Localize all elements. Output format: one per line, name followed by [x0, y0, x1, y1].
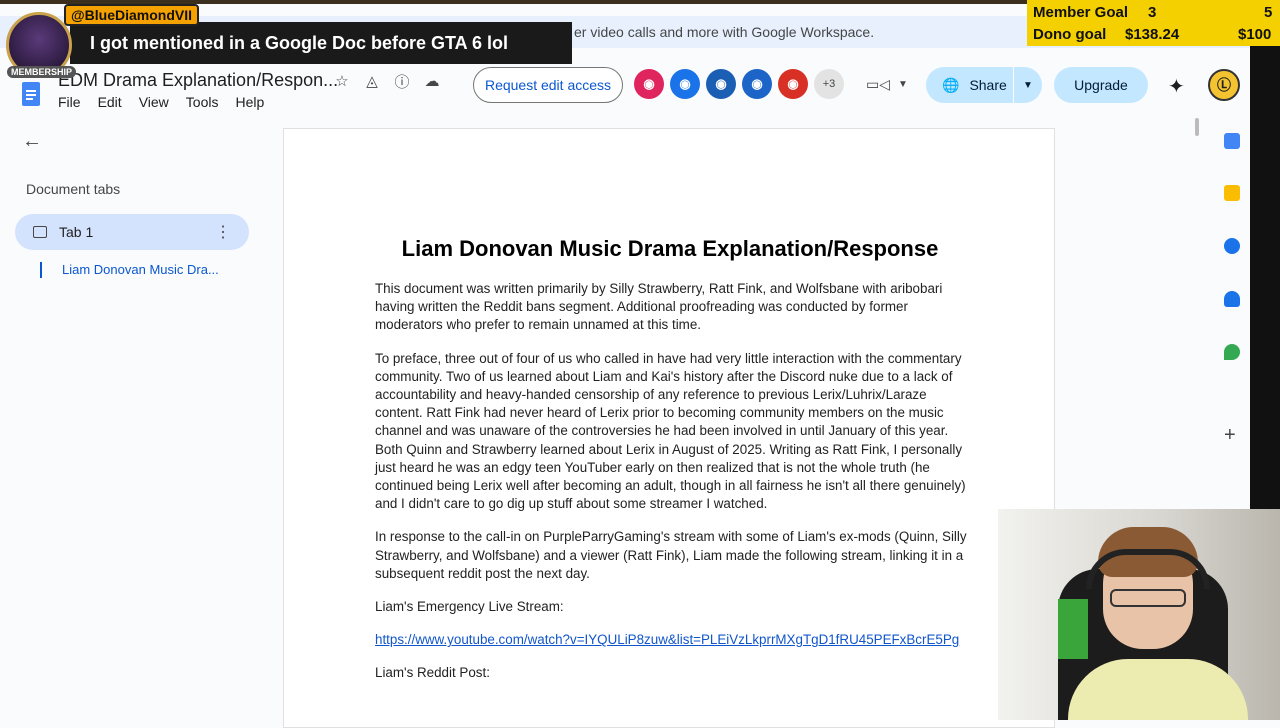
paragraph: To preface, three out of four of us who …: [375, 350, 966, 512]
outline-marker: [40, 262, 42, 278]
collaborator-avatar[interactable]: ◉: [634, 69, 664, 99]
glasses: [1110, 589, 1186, 607]
share-options-chevron-icon[interactable]: ▼: [1014, 80, 1042, 91]
tab-label: Tab 1: [59, 224, 94, 240]
document-heading: Liam Donovan Music Drama Explanation/Res…: [401, 236, 939, 261]
video-camera-icon: ▭◁: [866, 76, 890, 92]
member-goal-label: Member Goal: [1033, 4, 1129, 21]
docs-logo-icon[interactable]: [18, 82, 44, 106]
more-vert-icon[interactable]: ⋮: [215, 222, 231, 242]
menu-bar: File Edit View Tools Help: [58, 94, 264, 110]
request-edit-access-button[interactable]: Request edit access: [473, 67, 623, 103]
document-page[interactable]: Liam Donovan Music Drama Explanation/Res…: [283, 128, 1055, 728]
membership-tag: MEMBERSHIP: [7, 66, 77, 78]
collaborator-avatar[interactable]: ◉: [670, 69, 700, 99]
document-title[interactable]: EDM Drama Explanation/Respon...: [58, 70, 338, 91]
outline-heading-link[interactable]: Liam Donovan Music Dra...: [62, 262, 219, 277]
webcam-feed: [998, 509, 1280, 720]
collaborator-avatars: ◉ ◉ ◉ ◉ ◉ +3: [634, 69, 844, 99]
share-label: Share: [969, 77, 1007, 93]
more-collaborators-badge[interactable]: +3: [814, 69, 844, 99]
title-icon-group: ☆ ◬ ⓘ ☁: [332, 72, 442, 91]
document-tabs-heading: Document tabs: [26, 181, 121, 197]
tab-1[interactable]: Tab 1 ⋮: [15, 214, 249, 250]
cloud-status-icon[interactable]: ☁: [422, 72, 442, 90]
back-arrow-icon[interactable]: ←: [22, 130, 42, 153]
move-to-drive-icon[interactable]: ◬: [362, 72, 382, 90]
maps-icon[interactable]: [1224, 344, 1240, 360]
dono-goal-current: $138.24: [1125, 26, 1180, 43]
dono-goal-target: $100: [1238, 26, 1272, 43]
document-body: This document was written primarily by S…: [375, 280, 975, 698]
menu-view[interactable]: View: [139, 94, 169, 110]
stream-link[interactable]: https://www.youtube.com/watch?v=IYQULiP8…: [375, 632, 959, 647]
calendar-icon[interactable]: [1224, 133, 1240, 149]
meet-button[interactable]: ▭◁ ▼: [866, 76, 908, 93]
chevron-down-icon: ▼: [898, 79, 908, 90]
gemini-sparkle-icon[interactable]: ✦: [1168, 74, 1185, 99]
paragraph: Liam's Emergency Live Stream:: [375, 599, 564, 615]
menu-tools[interactable]: Tools: [186, 94, 219, 110]
scrollbar-thumb[interactable]: [1195, 118, 1199, 136]
add-addon-icon[interactable]: +: [1224, 424, 1236, 447]
promo-text: er video calls and more with Google Work…: [574, 24, 875, 40]
menu-help[interactable]: Help: [235, 94, 264, 110]
account-avatar[interactable]: Ⓛ: [1208, 69, 1240, 101]
member-goal-target: 5: [1264, 4, 1273, 21]
collaborator-avatar[interactable]: ◉: [742, 69, 772, 99]
upgrade-button[interactable]: Upgrade: [1054, 67, 1148, 103]
member-goal-current: 3: [1148, 4, 1157, 21]
collaborator-avatar[interactable]: ◉: [778, 69, 808, 99]
headphones: [1086, 549, 1210, 589]
info-icon[interactable]: ⓘ: [392, 72, 412, 91]
document-tab-icon: [33, 226, 47, 238]
menu-edit[interactable]: Edit: [98, 94, 122, 110]
member-name-badge: @BlueDiamondVII: [64, 4, 199, 26]
keep-icon[interactable]: [1224, 185, 1240, 201]
share-button[interactable]: 🌐 Share: [926, 67, 1014, 103]
mention-banner: I got mentioned in a Google Doc before G…: [70, 22, 572, 64]
paragraph: Liam's Reddit Post:: [375, 665, 490, 681]
chair-accent: [1058, 599, 1088, 659]
share-button-group: 🌐 Share ▼: [926, 67, 1042, 103]
collaborator-avatar[interactable]: ◉: [706, 69, 736, 99]
globe-icon: 🌐: [942, 76, 960, 93]
star-icon[interactable]: ☆: [332, 72, 352, 90]
contacts-icon[interactable]: [1224, 291, 1240, 307]
paragraph: In response to the call-in on PurpleParr…: [375, 529, 967, 581]
menu-file[interactable]: File: [58, 94, 81, 110]
dono-goal-label: Dono goal: [1033, 26, 1107, 43]
tasks-icon[interactable]: [1224, 238, 1240, 254]
paragraph: This document was written primarily by S…: [375, 281, 943, 333]
streamer-shirt: [1068, 659, 1248, 720]
